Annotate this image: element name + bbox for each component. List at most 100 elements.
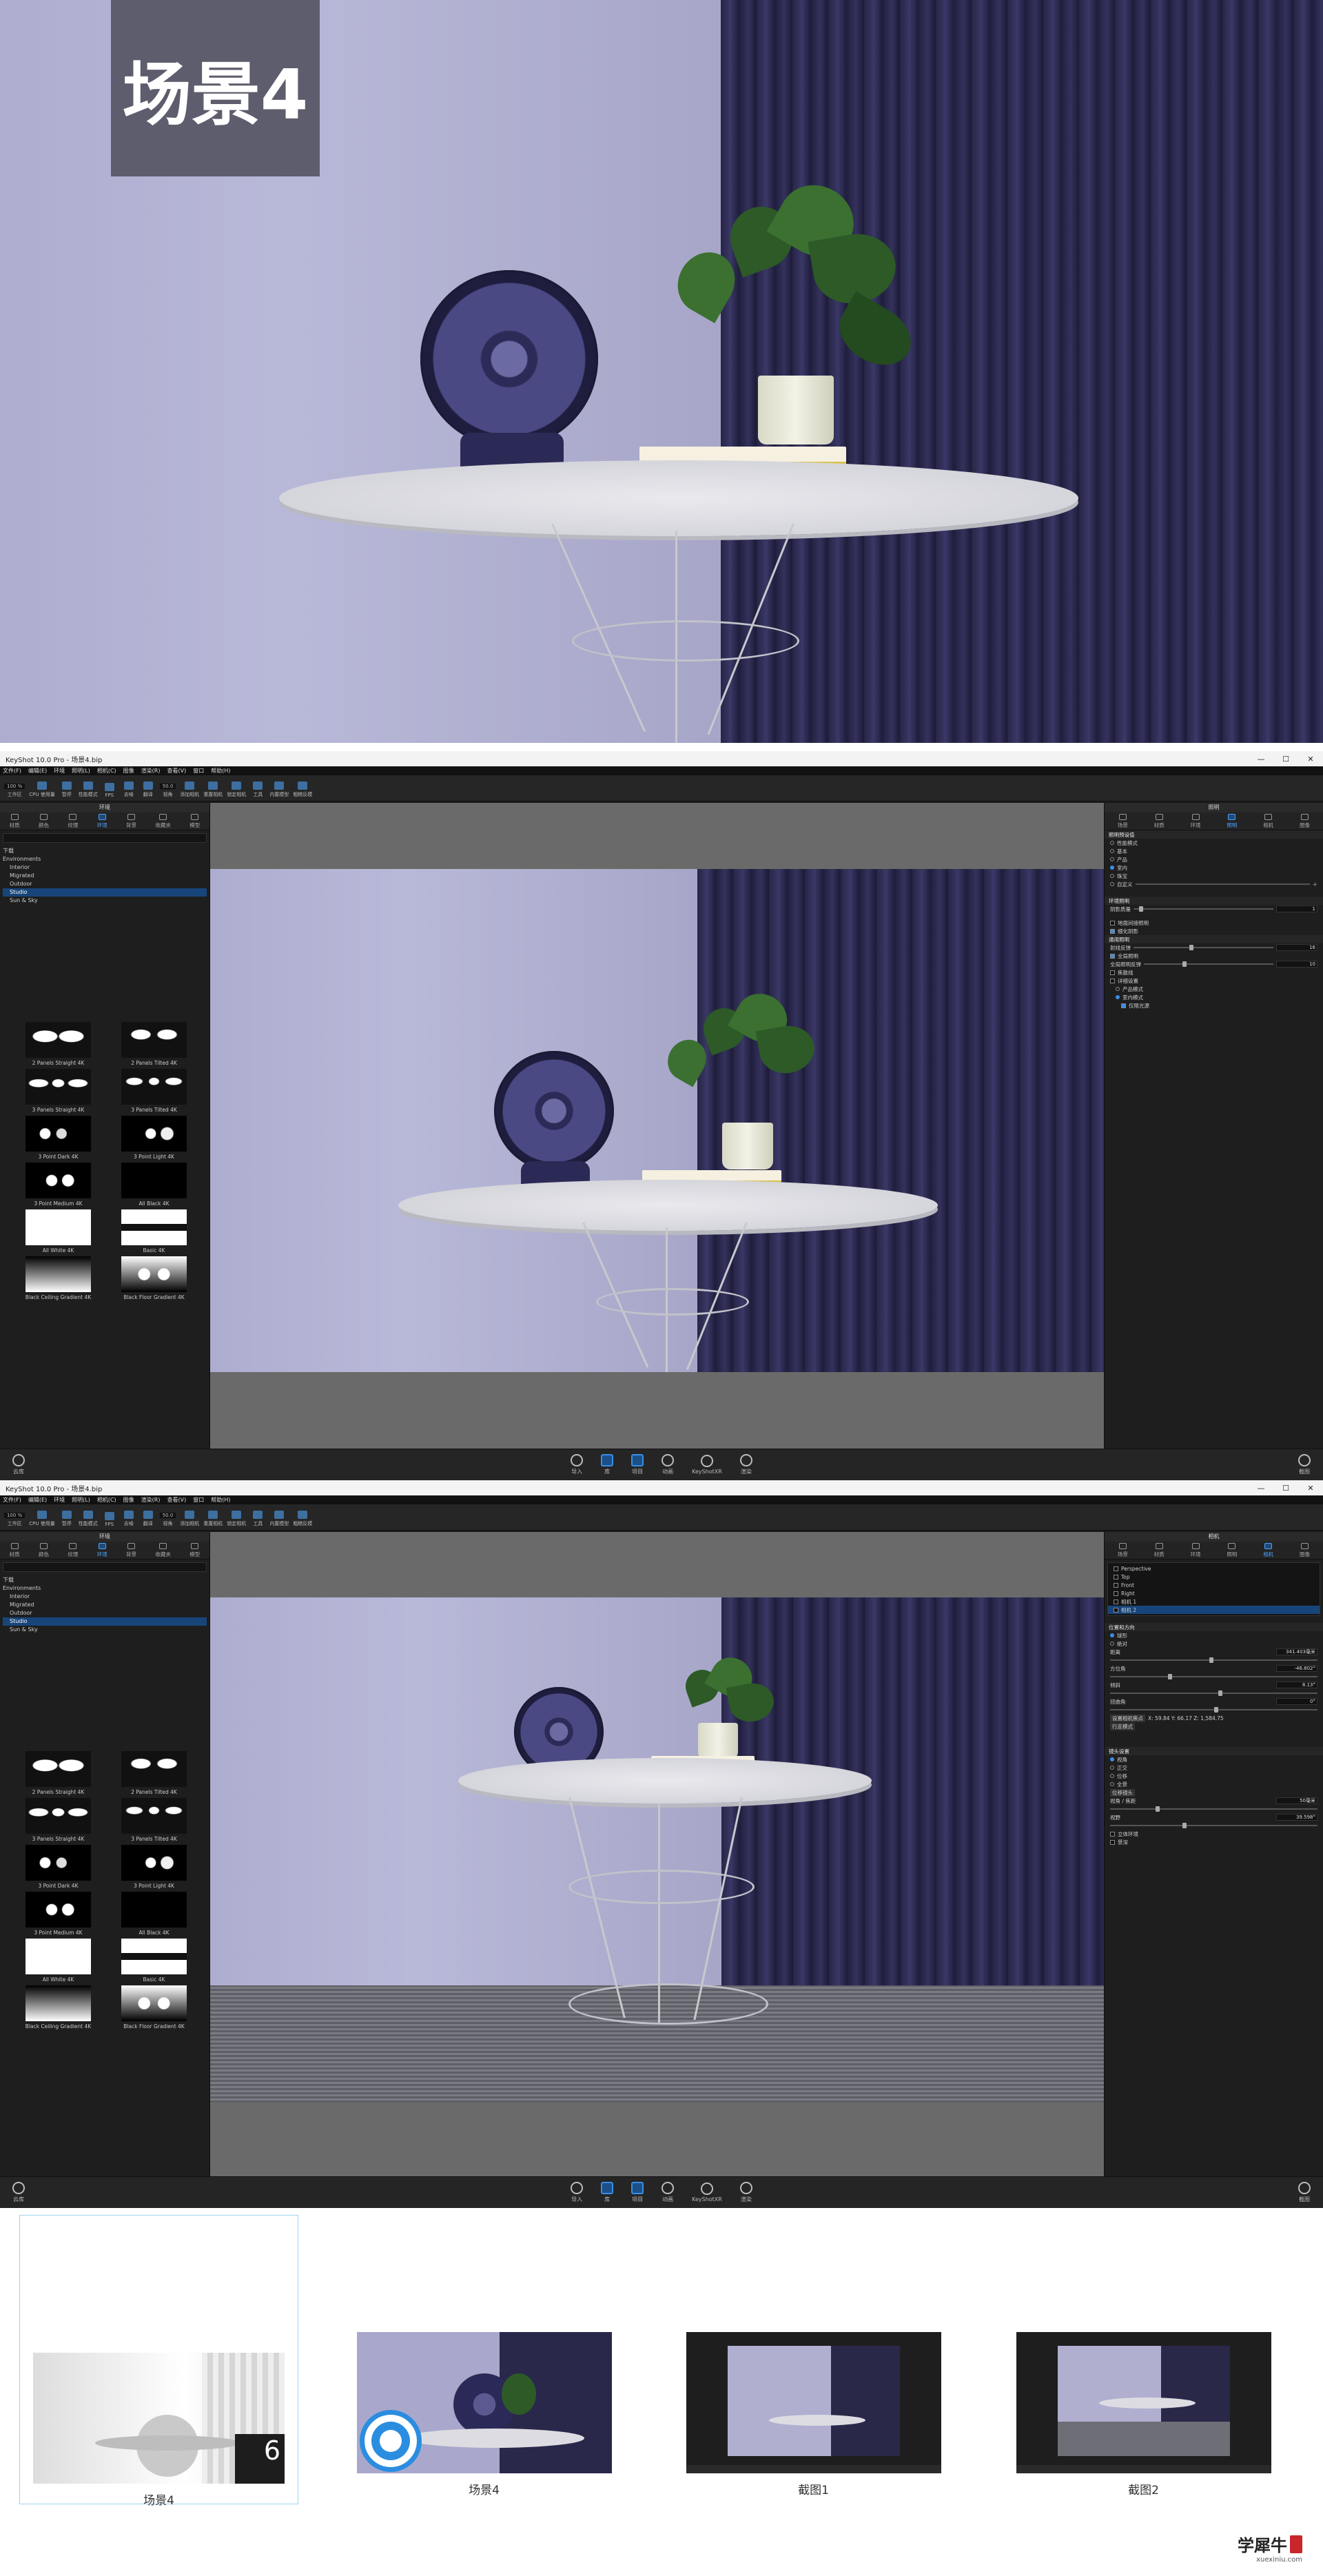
builtin-model-tool[interactable]: 内置模型: [269, 1511, 289, 1527]
dof-section[interactable]: 景深: [1105, 1838, 1323, 1846]
env-thumb[interactable]: 2 Panels Straight 4K: [17, 1751, 100, 1795]
env-thumb[interactable]: 3 Panels Straight 4K: [17, 1069, 100, 1113]
lock-camera-tool[interactable]: 锁定相机: [227, 781, 246, 798]
menu-edit[interactable]: 编辑(E): [28, 767, 47, 775]
menu-view[interactable]: 查看(V): [167, 1496, 186, 1504]
env-thumb[interactable]: 3 Point Dark 4K: [17, 1116, 100, 1160]
library-search-input[interactable]: [3, 1562, 207, 1572]
cloud-library-button[interactable]: 云库: [12, 1454, 25, 1475]
tree-item[interactable]: Migrated: [3, 1601, 207, 1609]
gallery-file-screenshot2[interactable]: 截图2: [1014, 2332, 1273, 2497]
mode-spherical[interactable]: 球形: [1105, 1631, 1323, 1639]
tree-item[interactable]: Interior: [3, 1593, 207, 1601]
preset-option-selected[interactable]: 室内: [1105, 863, 1323, 872]
tab-image[interactable]: 图像: [1300, 813, 1310, 829]
shift-lens-button[interactable]: 位移镜头: [1105, 1788, 1323, 1797]
env-thumb[interactable]: 3 Panels Straight 4K: [17, 1798, 100, 1842]
menu-environment[interactable]: 环境: [54, 1496, 65, 1504]
pause-tool[interactable]: 暂停: [59, 1511, 74, 1527]
tab-camera[interactable]: 相机: [1263, 813, 1273, 829]
env-thumb[interactable]: Basic 4K: [112, 1209, 196, 1254]
translate-tool[interactable]: 翻译: [141, 1511, 156, 1527]
render-viewport[interactable]: [210, 803, 1104, 1449]
tab-favorites[interactable]: 收藏夹: [155, 813, 171, 829]
env-thumb[interactable]: 3 Panels Tilted 4K: [112, 1069, 196, 1113]
menu-edit[interactable]: 编辑(E): [28, 1496, 47, 1504]
tree-item[interactable]: Outdoor: [3, 880, 207, 888]
tab-textures[interactable]: 纹理: [68, 813, 78, 829]
add-camera-tool[interactable]: 添加相机: [180, 1511, 199, 1527]
project-button[interactable]: 项目: [631, 1454, 644, 1475]
tree-item[interactable]: Environments: [3, 855, 207, 863]
cpu-tool[interactable]: CPU 使用量: [29, 781, 55, 798]
tab-environment[interactable]: 环境: [1191, 1542, 1201, 1558]
ground-indirect-checkbox[interactable]: 地面间接照明: [1105, 919, 1323, 927]
env-thumb[interactable]: 2 Panels Tilted 4K: [112, 1022, 196, 1066]
tab-backplates[interactable]: 背景: [126, 1542, 136, 1558]
inclination-field[interactable]: 倾斜 8.13°: [1105, 1681, 1323, 1689]
preset-option[interactable]: 自定义＋: [1105, 880, 1323, 888]
tab-scene[interactable]: 场景: [1118, 813, 1128, 829]
tab-camera[interactable]: 相机: [1263, 1542, 1273, 1558]
tools-tool[interactable]: 工具: [250, 781, 265, 798]
tree-item[interactable]: Sun & Sky: [3, 897, 207, 905]
menu-camera[interactable]: 相机(C): [97, 767, 116, 775]
library-button[interactable]: 库: [601, 2182, 614, 2203]
roughness-tool[interactable]: 粗糙反模: [293, 1511, 312, 1527]
menu-camera[interactable]: 相机(C): [97, 1496, 116, 1504]
tab-backplates[interactable]: 背景: [126, 813, 136, 829]
gi-bounces[interactable]: 全局照明反弹 10: [1105, 960, 1323, 968]
workspace-tool[interactable]: 100 % 工作区: [4, 784, 25, 798]
tools-tool[interactable]: 工具: [250, 1511, 265, 1527]
tab-materials[interactable]: 材质: [10, 813, 20, 829]
caustics-checkbox[interactable]: 焦散线: [1105, 968, 1323, 977]
env-thumb[interactable]: 3 Point Light 4K: [112, 1845, 196, 1889]
pause-tool[interactable]: 暂停: [59, 781, 74, 798]
cpu-tool[interactable]: CPU 使用量: [29, 1511, 55, 1527]
add-camera-tool[interactable]: 添加相机: [180, 781, 199, 798]
tab-environment[interactable]: 环境: [1191, 813, 1201, 829]
render-button[interactable]: 渲染: [739, 2182, 752, 2203]
env-thumb[interactable]: Black Ceiling Gradient 4K: [17, 1985, 100, 2030]
fps-tool[interactable]: FPS: [102, 1512, 117, 1527]
menu-image[interactable]: 图像: [123, 1496, 134, 1504]
tree-item[interactable]: Sun & Sky: [3, 1626, 207, 1634]
menu-file[interactable]: 文件(F): [3, 767, 21, 775]
builtin-model-tool[interactable]: 内置模型: [269, 781, 289, 798]
tree-item[interactable]: Interior: [3, 863, 207, 872]
import-button[interactable]: 导入: [571, 2182, 584, 2203]
interior-mode-option[interactable]: 室内模式: [1105, 993, 1323, 1001]
gallery-file-image[interactable]: 场景4: [355, 2332, 613, 2497]
light-only-checkbox[interactable]: 仅限光源: [1105, 1001, 1323, 1010]
preset-option[interactable]: 产品: [1105, 855, 1323, 863]
close-button[interactable]: ✕: [1298, 1484, 1323, 1493]
camera-item-selected[interactable]: 相机 2: [1108, 1606, 1320, 1614]
view-tool[interactable]: 50.0 视角: [159, 784, 176, 798]
animation-button[interactable]: 动画: [662, 2182, 675, 2203]
menu-lighting[interactable]: 照明(L): [72, 1496, 90, 1504]
tab-lighting[interactable]: 照明: [1227, 1542, 1237, 1558]
menu-image[interactable]: 图像: [123, 767, 134, 775]
library-search-input[interactable]: [3, 833, 207, 843]
distance-field[interactable]: 距离 341.403毫米: [1105, 1648, 1323, 1656]
field-of-view-field[interactable]: 视野 39.598°: [1105, 1813, 1323, 1821]
camera-item[interactable]: 相机 1: [1108, 1597, 1320, 1606]
env-thumb[interactable]: 3 Point Dark 4K: [17, 1845, 100, 1889]
import-button[interactable]: 导入: [571, 1454, 584, 1475]
menu-lighting[interactable]: 照明(L): [72, 767, 90, 775]
tree-root[interactable]: 下载: [3, 847, 207, 855]
tab-colors[interactable]: 颜色: [39, 1542, 49, 1558]
tab-textures[interactable]: 纹理: [68, 1542, 78, 1558]
keyshotxr-button[interactable]: KeyShotXR: [692, 1455, 722, 1475]
tab-environments[interactable]: 环境: [97, 813, 107, 829]
add-preset-icon[interactable]: ＋: [1313, 881, 1318, 888]
preset-option[interactable]: 性能模式: [1105, 839, 1323, 847]
detail-settings[interactable]: 详细设置: [1105, 977, 1323, 985]
minimize-button[interactable]: —: [1249, 1484, 1273, 1493]
env-thumb[interactable]: All Black 4K: [112, 1163, 196, 1207]
tab-lighting[interactable]: 照明: [1227, 813, 1237, 829]
fps-tool[interactable]: FPS: [102, 783, 117, 798]
tree-item-selected[interactable]: Studio: [3, 888, 207, 897]
lens-shift[interactable]: 位移: [1105, 1772, 1323, 1780]
menu-help[interactable]: 帮助(H): [211, 767, 230, 775]
